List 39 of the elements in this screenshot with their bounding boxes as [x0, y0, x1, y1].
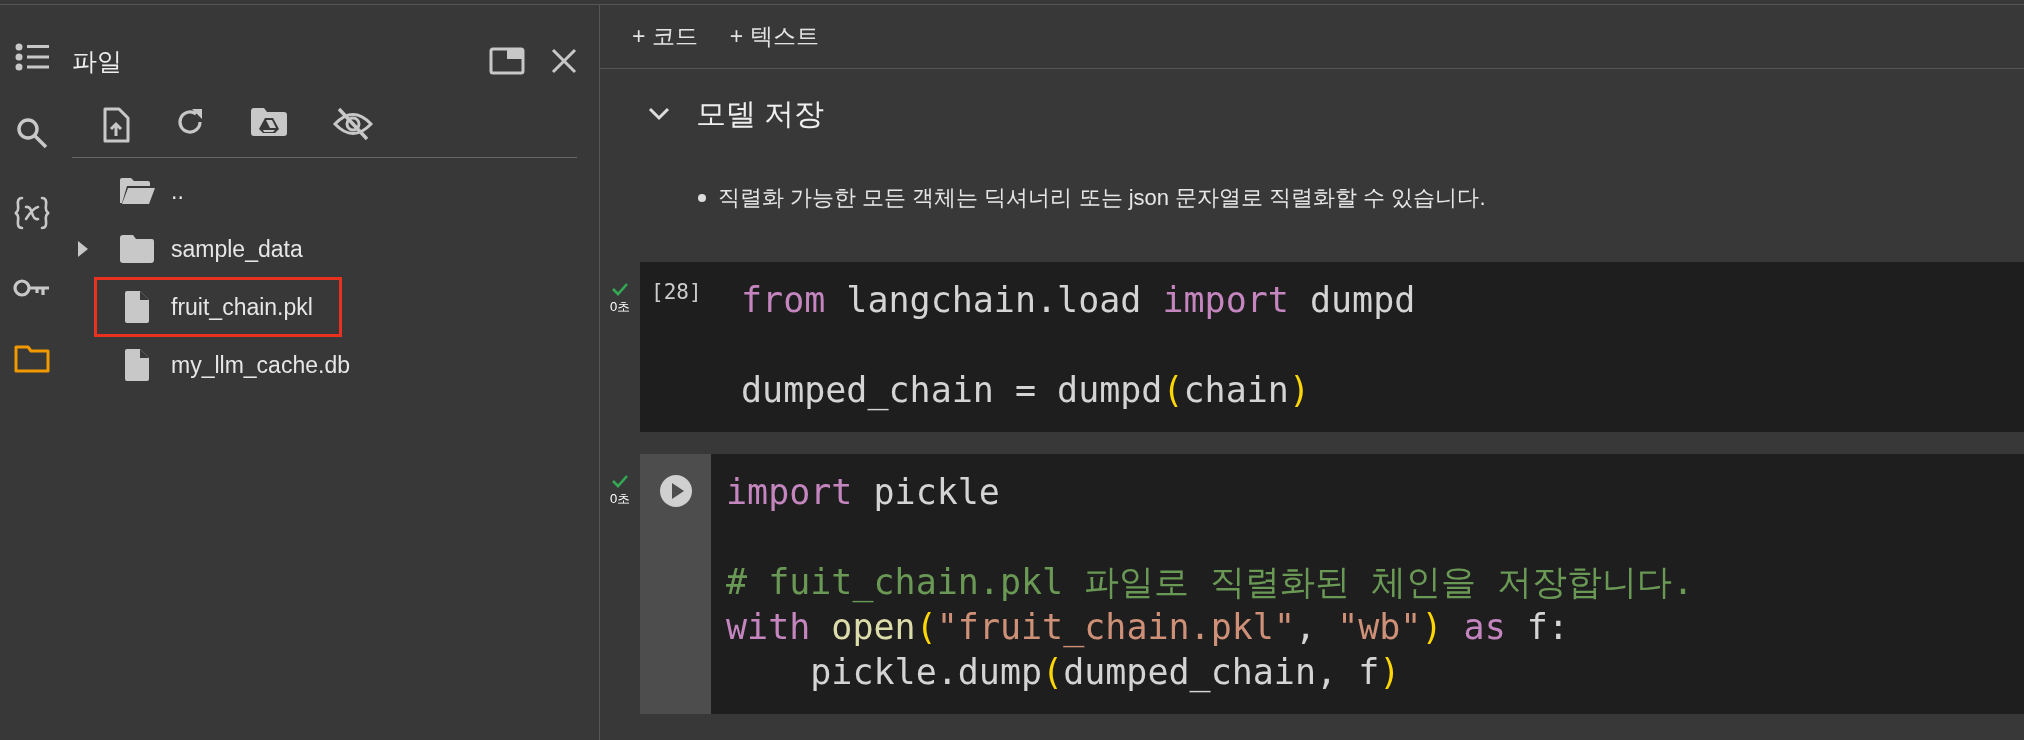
execution-count: [28] [650, 279, 703, 306]
file-name[interactable]: .. [171, 177, 184, 205]
file-icon [124, 348, 150, 382]
drive-folder-icon[interactable] [250, 107, 288, 137]
hidden-eye-icon[interactable] [333, 107, 373, 141]
code-cell[interactable]: import pickle # fuit_chain.pkl 파일로 직렬화된 체인을 저장합니다. with open("fruit_chain.pkl", "wb") as f: pickle.dump(dumped_chain, f) [640, 454, 2024, 714]
add-cell-button[interactable]: + 코드 [630, 17, 700, 56]
open-folder-icon [118, 176, 156, 206]
code-line: from langchain.load import dumpd [741, 279, 1416, 322]
folder-icon[interactable] [14, 345, 50, 373]
bullet-icon [698, 194, 706, 202]
code-line: import pickle [726, 471, 1001, 514]
code-line: with open("fruit_chain.pkl", "wb") as f: [726, 606, 1570, 650]
folder-icon [119, 234, 155, 264]
code-line: pickle.dump(dumped_chain, f) [809, 651, 1402, 695]
run-button[interactable] [658, 474, 693, 508]
code-line: dumped_chain = dumpd(chain) [741, 369, 1311, 413]
window-icon[interactable] [489, 47, 525, 75]
file-name[interactable]: fruit_chain.pkl [171, 293, 313, 321]
code-line: # fuit_chain.pkl 파일로 직렬화된 체인을 저장합니다. [726, 561, 1694, 605]
run-time: 0초 [609, 490, 631, 508]
file-name[interactable]: sample_data [171, 235, 303, 263]
chevron-icon[interactable] [648, 107, 670, 121]
run-time: 0초 [609, 298, 631, 316]
section-heading: 모델 저장 [696, 95, 825, 132]
code-cell[interactable]: [28] from langchain.load import dumpd dumped_chain = dumpd(chain) [640, 262, 2024, 432]
upload-file-icon[interactable] [102, 107, 130, 143]
file-name[interactable]: my_llm_cache.db [171, 351, 350, 379]
close-icon[interactable] [551, 48, 577, 74]
file-icon [124, 290, 150, 324]
variables-icon[interactable] [13, 195, 51, 231]
search-icon[interactable] [16, 117, 48, 149]
key-icon[interactable] [13, 277, 51, 299]
bullet-text: 직렬화 가능한 모든 객체는 딕셔너리 또는 json 문자열로 직렬화할 수 있습니다. [718, 184, 1486, 212]
add-cell-button[interactable]: + 텍스트 [727, 17, 821, 56]
refresh-icon[interactable] [175, 107, 205, 137]
panel-title: 파일 [72, 45, 123, 77]
list-icon[interactable] [15, 43, 49, 71]
expand-arrow-icon[interactable] [77, 240, 89, 258]
